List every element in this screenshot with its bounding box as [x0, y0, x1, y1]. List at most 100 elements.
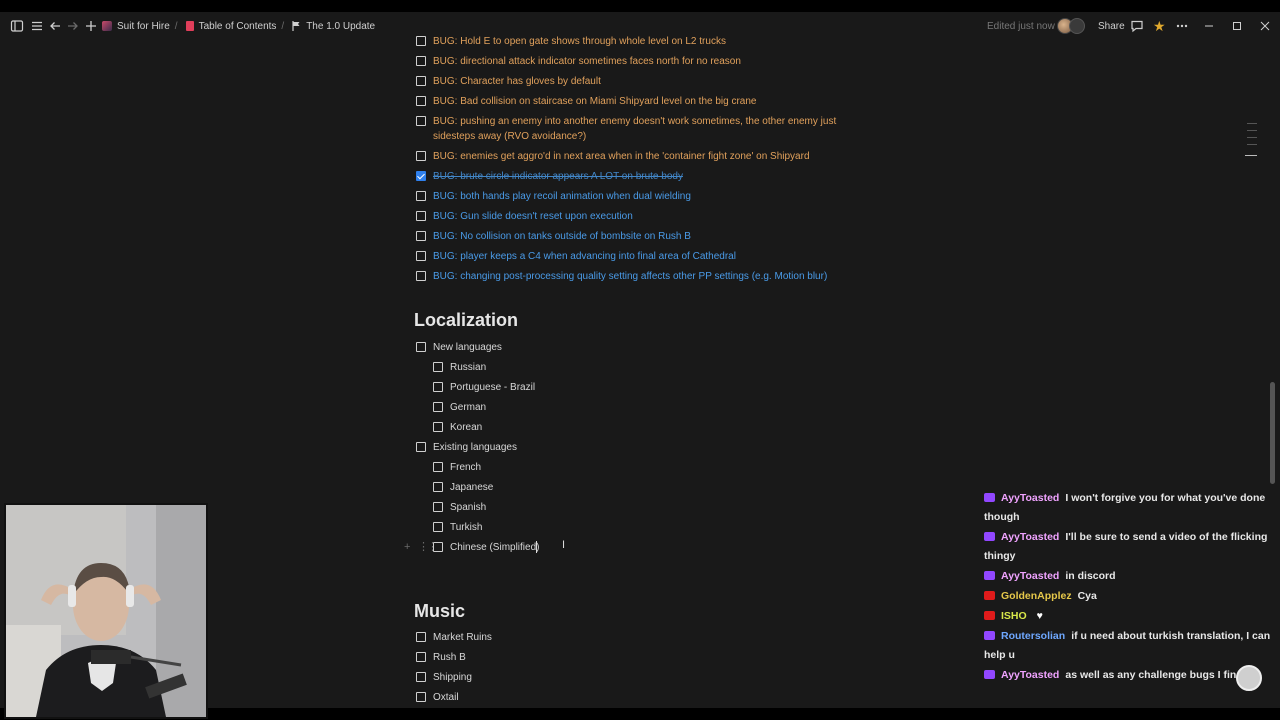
checkbox[interactable]: [433, 522, 443, 532]
bug-text-line[interactable]: BUG: pushing an enemy into another enemy…: [433, 116, 836, 127]
todo-item-japanese[interactable]: Japanese: [433, 480, 493, 500]
bug-text[interactable]: BUG: pushing an enemy into another enemy…: [433, 114, 843, 144]
checkbox[interactable]: [416, 231, 426, 241]
todo-item-oxtail[interactable]: Oxtail: [416, 690, 459, 708]
outline-marker[interactable]: [1247, 137, 1257, 138]
todo-label[interactable]: Japanese: [450, 480, 493, 495]
checkbox[interactable]: [416, 672, 426, 682]
checkbox[interactable]: [433, 502, 443, 512]
checkbox[interactable]: [416, 211, 426, 221]
todo-label[interactable]: Turkish: [450, 520, 482, 535]
todo-label[interactable]: New languages: [433, 340, 502, 355]
todo-item-rush-b[interactable]: Rush B: [416, 650, 466, 670]
outline-marker[interactable]: [1247, 144, 1257, 145]
outline-marker[interactable]: [1247, 130, 1257, 131]
bug-text[interactable]: BUG: Bad collision on staircase on Miami…: [433, 94, 757, 109]
todo-item-new-languages[interactable]: New languages: [416, 340, 502, 360]
todo-item-korean[interactable]: Korean: [433, 420, 482, 440]
maximize-icon[interactable]: [1230, 12, 1244, 40]
bug-text[interactable]: BUG: Hold E to open gate shows through w…: [433, 34, 726, 49]
todo-label[interactable]: Market Ruins: [433, 630, 492, 645]
bug-text[interactable]: BUG: both hands play recoil animation wh…: [433, 189, 691, 204]
bug-text[interactable]: BUG: player keeps a C4 when advancing in…: [433, 249, 736, 264]
todo-label[interactable]: Oxtail: [433, 690, 459, 705]
favorite-star-icon[interactable]: ★: [1153, 12, 1166, 40]
checkbox[interactable]: [433, 462, 443, 472]
todo-item-french[interactable]: French: [433, 460, 481, 480]
breadcrumb-item-suit-for-hire[interactable]: Suit for Hire: [117, 21, 170, 32]
bug-todo-item[interactable]: BUG: No collision on tanks outside of bo…: [416, 229, 691, 249]
todo-item-existing-languages[interactable]: Existing languages: [416, 440, 517, 460]
checkbox[interactable]: [416, 191, 426, 201]
todo-item-market-ruins[interactable]: Market Ruins: [416, 630, 492, 650]
todo-item-russian[interactable]: Russian: [433, 360, 486, 380]
bug-text[interactable]: BUG: brute circle indicator appears A LO…: [433, 169, 683, 184]
todo-label[interactable]: Chinese (Simplified): [450, 540, 539, 555]
outline-marker[interactable]: [1247, 123, 1257, 124]
todo-label[interactable]: French: [450, 460, 481, 475]
checkbox[interactable]: [416, 116, 426, 126]
todo-label[interactable]: Russian: [450, 360, 486, 375]
todo-label[interactable]: Spanish: [450, 500, 486, 515]
bug-text[interactable]: BUG: No collision on tanks outside of bo…: [433, 229, 691, 244]
checkbox[interactable]: [433, 362, 443, 372]
bug-todo-item[interactable]: BUG: player keeps a C4 when advancing in…: [416, 249, 736, 269]
checkbox[interactable]: [416, 692, 426, 702]
todo-label[interactable]: Shipping: [433, 670, 472, 685]
todo-label[interactable]: Portuguese - Brazil: [450, 380, 535, 395]
forward-arrow-icon[interactable]: [66, 12, 80, 40]
checkbox[interactable]: [433, 402, 443, 412]
todo-item-chinese-simplified[interactable]: Chinese (Simplified): [433, 540, 539, 560]
todo-label[interactable]: German: [450, 400, 486, 415]
breadcrumb-item-the-1-0-update[interactable]: The 1.0 Update: [306, 21, 375, 32]
bug-todo-item[interactable]: BUG: both hands play recoil animation wh…: [416, 189, 691, 209]
bug-text-line[interactable]: sidesteps away (RVO avoidance?): [433, 131, 586, 142]
checkbox[interactable]: [433, 382, 443, 392]
bug-text[interactable]: BUG: directional attack indicator someti…: [433, 54, 741, 69]
bug-todo-item[interactable]: BUG: Gun slide doesn't reset upon execut…: [416, 209, 633, 229]
comment-icon[interactable]: [1130, 12, 1144, 40]
bug-text[interactable]: BUG: changing post-processing quality se…: [433, 269, 827, 284]
bug-todo-item[interactable]: BUG: Character has gloves by default: [416, 74, 601, 94]
back-arrow-icon[interactable]: [48, 12, 62, 40]
bug-text[interactable]: BUG: Character has gloves by default: [433, 74, 601, 89]
todo-label[interactable]: Rush B: [433, 650, 466, 665]
sidebar-toggle-icon[interactable]: [10, 12, 24, 40]
todo-item-spanish[interactable]: Spanish: [433, 500, 486, 520]
new-page-plus-icon[interactable]: [84, 12, 98, 40]
bug-todo-item[interactable]: BUG: changing post-processing quality se…: [416, 269, 827, 289]
add-block-plus-icon[interactable]: +: [404, 541, 410, 553]
todo-item-turkish[interactable]: Turkish: [433, 520, 482, 540]
vertical-scrollbar[interactable]: [1270, 382, 1275, 484]
bug-todo-item[interactable]: BUG: Hold E to open gate shows through w…: [416, 34, 726, 54]
bug-todo-item[interactable]: BUG: brute circle indicator appears A LO…: [416, 169, 683, 189]
checkbox[interactable]: [416, 56, 426, 66]
more-options-icon[interactable]: [1175, 12, 1189, 40]
checkbox[interactable]: [416, 151, 426, 161]
outline-marker-active[interactable]: [1245, 155, 1257, 156]
share-button[interactable]: Share: [1098, 12, 1125, 40]
checkbox[interactable]: [433, 542, 443, 552]
minimize-icon[interactable]: [1202, 12, 1216, 40]
todo-item-german[interactable]: German: [433, 400, 486, 420]
bug-text[interactable]: BUG: Gun slide doesn't reset upon execut…: [433, 209, 633, 224]
todo-item-portuguese-brazil[interactable]: Portuguese - Brazil: [433, 380, 535, 400]
todo-label[interactable]: Existing languages: [433, 440, 517, 455]
checkbox[interactable]: [416, 36, 426, 46]
bug-todo-item[interactable]: BUG: enemies get aggro'd in next area wh…: [416, 149, 810, 169]
checkbox[interactable]: [416, 76, 426, 86]
checkbox[interactable]: [433, 422, 443, 432]
todo-item-shipping[interactable]: Shipping: [416, 670, 472, 690]
close-icon[interactable]: [1258, 12, 1272, 40]
bug-todo-item[interactable]: BUG: pushing an enemy into another enemy…: [416, 114, 843, 146]
checkbox[interactable]: [416, 632, 426, 642]
checkbox[interactable]: [416, 96, 426, 106]
checkbox[interactable]: [416, 271, 426, 281]
bug-text[interactable]: BUG: enemies get aggro'd in next area wh…: [433, 149, 810, 164]
menu-icon[interactable]: [30, 12, 44, 40]
checkbox[interactable]: [416, 342, 426, 352]
bug-todo-item[interactable]: BUG: Bad collision on staircase on Miami…: [416, 94, 757, 114]
checkbox-checked[interactable]: [416, 171, 426, 181]
checkbox[interactable]: [416, 652, 426, 662]
collaborator-avatars[interactable]: [1057, 12, 1085, 40]
